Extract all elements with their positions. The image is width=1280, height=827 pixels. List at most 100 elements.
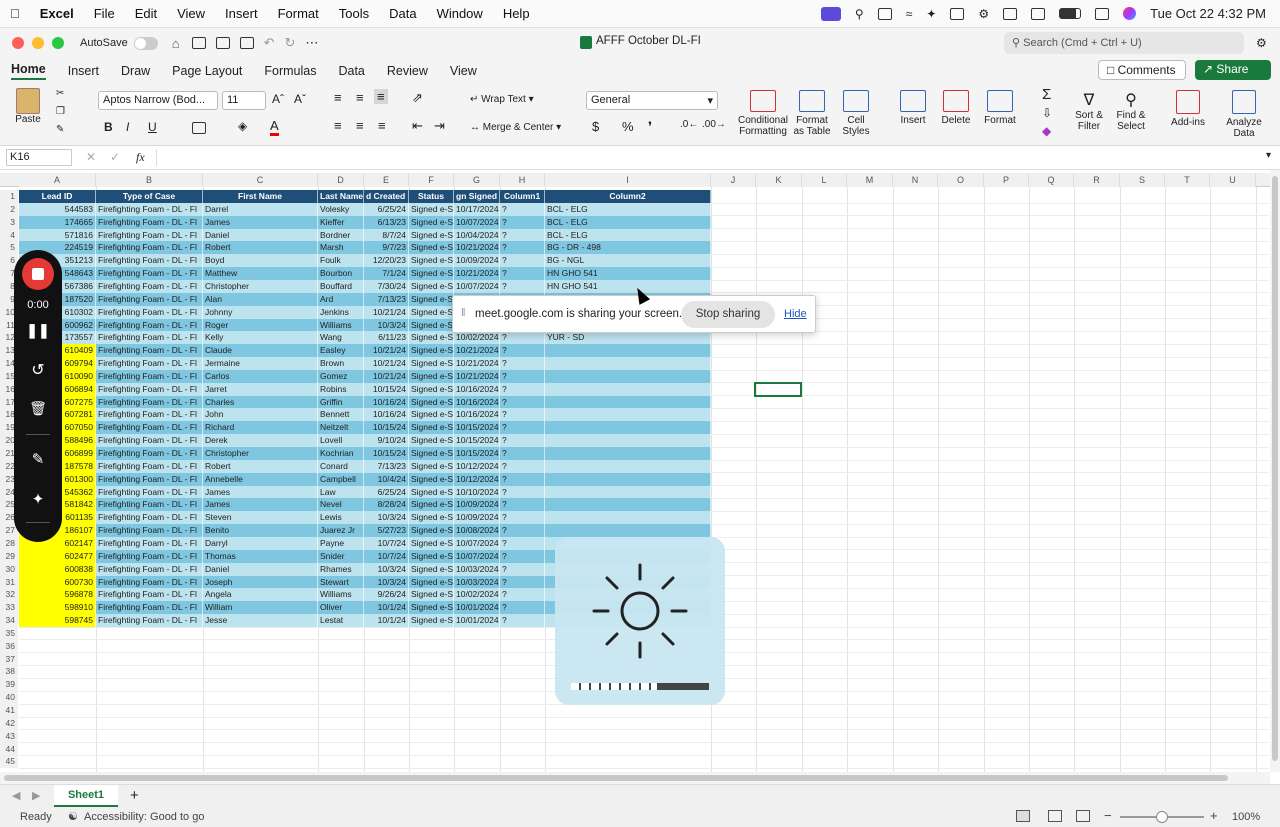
table-cell[interactable]: Signed e-S: [409, 318, 454, 332]
tab-page-layout[interactable]: Page Layout: [172, 64, 242, 78]
table-cell[interactable]: Signed e-S: [409, 588, 454, 602]
cut-icon[interactable]: ✂: [56, 88, 64, 99]
table-cell[interactable]: 10/21/2024: [454, 241, 500, 255]
table-cell[interactable]: Signed e-S: [409, 292, 454, 306]
table-cell[interactable]: 7/13/23: [364, 292, 409, 306]
column-header-s[interactable]: S: [1120, 173, 1165, 187]
table-cell[interactable]: Signed e-S: [409, 524, 454, 538]
table-cell[interactable]: 10/21/24: [364, 357, 409, 371]
table-cell[interactable]: Firefighting Foam - DL - Fl: [96, 215, 203, 229]
table-cell[interactable]: 10/15/24: [364, 421, 409, 435]
table-cell[interactable]: Signed e-S: [409, 279, 454, 293]
table-cell[interactable]: Snider: [318, 549, 364, 563]
table-cell[interactable]: [545, 485, 711, 499]
table-cell[interactable]: 6/11/23: [364, 331, 409, 345]
table-cell[interactable]: Firefighting Foam - DL - Fl: [96, 421, 203, 435]
control-center-icon[interactable]: [1095, 7, 1110, 20]
column-header-i[interactable]: I: [545, 173, 711, 187]
menu-window[interactable]: Window: [437, 6, 483, 21]
table-cell[interactable]: 10/16/2024: [454, 408, 500, 422]
hide-link[interactable]: Hide: [784, 308, 807, 320]
table-cell[interactable]: Firefighting Foam - DL - Fl: [96, 318, 203, 332]
table-cell[interactable]: Kieffer: [318, 215, 364, 229]
table-cell[interactable]: 10/15/2024: [454, 434, 500, 448]
table-cell[interactable]: ?: [500, 408, 545, 422]
table-cell[interactable]: Joseph: [203, 575, 318, 589]
table-cell[interactable]: [545, 434, 711, 448]
table-cell[interactable]: Juarez Jr: [318, 524, 364, 538]
table-cell[interactable]: Rhames: [318, 562, 364, 576]
copy-icon[interactable]: ❐: [56, 106, 65, 117]
fill-color-icon[interactable]: ◈: [238, 119, 247, 133]
apple-icon[interactable]: : [10, 6, 20, 21]
table-cell[interactable]: ?: [500, 267, 545, 281]
cell-styles-button[interactable]: Cell Styles: [836, 90, 876, 137]
table-cell[interactable]: Signed e-S: [409, 447, 454, 460]
table-cell[interactable]: Williams: [318, 318, 364, 332]
table-cell[interactable]: [545, 408, 711, 422]
table-cell[interactable]: Firefighting Foam - DL - Fl: [96, 511, 203, 525]
selected-cell-k16[interactable]: [754, 382, 802, 397]
tab-draw[interactable]: Draw: [121, 64, 150, 78]
table-cell[interactable]: Firefighting Foam - DL - Fl: [96, 408, 203, 422]
table-cell[interactable]: Firefighting Foam - DL - Fl: [96, 344, 203, 358]
table-cell[interactable]: HN GHO 541: [545, 279, 711, 293]
expand-formula-icon[interactable]: ▾: [1266, 150, 1271, 161]
row-header[interactable]: 1: [0, 190, 18, 203]
menu-tools[interactable]: Tools: [339, 6, 369, 21]
close-window-icon[interactable]: [12, 37, 24, 49]
table-cell[interactable]: Signed e-S: [409, 357, 454, 371]
add-ins-button[interactable]: Add-ins: [1166, 90, 1210, 128]
table-cell[interactable]: Firefighting Foam - DL - Fl: [96, 292, 203, 306]
more-icon[interactable]: ⋯: [305, 35, 318, 51]
table-cell[interactable]: Signed e-S: [409, 267, 454, 281]
table-cell[interactable]: Signed e-S: [409, 472, 454, 486]
table-cell[interactable]: [545, 498, 711, 512]
siri-icon[interactable]: [1123, 7, 1137, 20]
table-cell[interactable]: Firefighting Foam - DL - Fl: [96, 305, 203, 319]
column-header-c[interactable]: C: [203, 173, 318, 187]
comma-style-icon[interactable]: ❜: [648, 119, 652, 135]
display-icon[interactable]: [950, 7, 965, 20]
comments-button[interactable]: □ Comments: [1098, 60, 1186, 80]
autosave-toggle[interactable]: [133, 36, 158, 50]
table-cell[interactable]: Signed e-S: [409, 459, 454, 473]
vertical-scrollbar[interactable]: [1270, 170, 1280, 772]
table-cell[interactable]: ?: [500, 215, 545, 229]
table-cell[interactable]: [545, 357, 711, 371]
keyboard-icon[interactable]: [1003, 7, 1018, 20]
table-cell[interactable]: Signed e-S: [409, 549, 454, 563]
table-cell[interactable]: 10/12/2024: [454, 459, 500, 473]
table-cell[interactable]: 10/12/2024: [454, 472, 500, 486]
column-header-cell[interactable]: Status: [409, 190, 454, 203]
column-header-e[interactable]: E: [364, 173, 409, 187]
table-cell[interactable]: 12/20/23: [364, 254, 409, 268]
table-cell[interactable]: ?: [500, 331, 545, 345]
table-cell[interactable]: Signed e-S: [409, 614, 454, 628]
column-header-l[interactable]: L: [802, 173, 847, 187]
increase-decimal-icon[interactable]: .0←: [680, 119, 698, 130]
table-cell[interactable]: Signed e-S: [409, 562, 454, 576]
table-cell[interactable]: Firefighting Foam - DL - Fl: [96, 588, 203, 602]
share-button[interactable]: ↗ Share: [1195, 60, 1271, 80]
next-sheet-icon[interactable]: ▶: [32, 789, 40, 802]
percent-button[interactable]: %: [622, 119, 634, 134]
table-cell[interactable]: Derek: [203, 434, 318, 448]
table-cell[interactable]: 10/1/24: [364, 614, 409, 628]
table-cell[interactable]: Firefighting Foam - DL - Fl: [96, 202, 203, 216]
italic-button[interactable]: I: [126, 120, 129, 134]
row-header[interactable]: 37: [0, 652, 18, 666]
table-cell[interactable]: 10/21/2024: [454, 369, 500, 383]
tab-insert[interactable]: Insert: [68, 64, 99, 78]
menu-format[interactable]: Format: [278, 6, 319, 21]
table-cell[interactable]: Firefighting Foam - DL - Fl: [96, 369, 203, 383]
table-cell[interactable]: Stewart: [318, 575, 364, 589]
table-cell[interactable]: 10/03/2024: [454, 575, 500, 589]
table-cell[interactable]: [545, 524, 711, 538]
align-center-icon[interactable]: ≡: [356, 118, 364, 133]
table-cell[interactable]: [545, 421, 711, 435]
table-cell[interactable]: Firefighting Foam - DL - Fl: [96, 279, 203, 293]
table-cell[interactable]: 10/7/24: [364, 549, 409, 563]
column-header-cell[interactable]: Type of Case: [96, 190, 203, 203]
table-cell[interactable]: Firefighting Foam - DL - Fl: [96, 524, 203, 538]
